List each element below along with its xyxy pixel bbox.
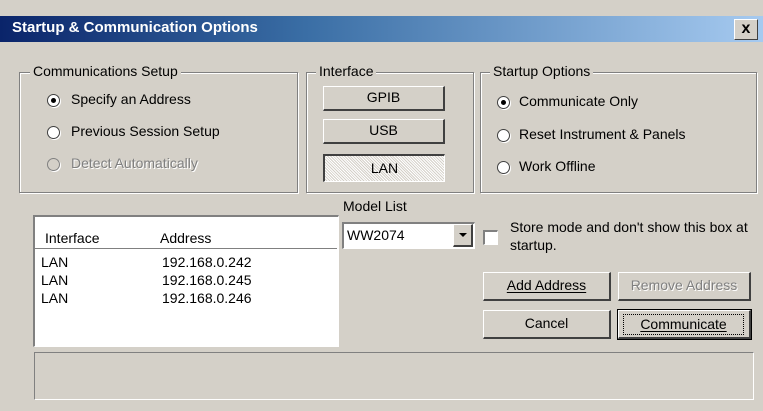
- column-header-address[interactable]: Address: [160, 230, 211, 246]
- status-panel: [34, 352, 754, 400]
- window-title: Startup & Communication Options: [12, 19, 258, 36]
- radio-label: Work Offline: [519, 158, 596, 174]
- row-interface: LAN: [41, 290, 69, 306]
- radio-icon: [497, 129, 510, 142]
- row-interface: LAN: [41, 272, 69, 288]
- interface-lan-button[interactable]: LAN: [323, 154, 445, 182]
- communicate-label: Communicate: [623, 314, 744, 335]
- radio-label: Previous Session Setup: [71, 123, 220, 139]
- radio-icon: [47, 158, 60, 171]
- radio-label: Detect Automatically: [71, 155, 198, 171]
- store-mode-label: Store mode and don't show this box at st…: [510, 219, 748, 253]
- interface-gpib-button[interactable]: GPIB: [323, 86, 445, 111]
- communicate-button[interactable]: Communicate: [617, 309, 752, 340]
- cancel-button[interactable]: Cancel: [483, 310, 611, 339]
- dialog-window: Startup & Communication Options x Commun…: [0, 0, 763, 411]
- address-list[interactable]: Interface Address LAN 192.168.0.242 LAN …: [33, 215, 339, 347]
- table-row[interactable]: LAN 192.168.0.246: [35, 289, 337, 307]
- radio-label: Communicate Only: [519, 93, 639, 109]
- communications-setup-legend: Communications Setup: [30, 63, 181, 79]
- table-row[interactable]: LAN 192.168.0.245: [35, 271, 337, 289]
- row-address: 192.168.0.242: [162, 254, 252, 270]
- radio-icon: [47, 94, 60, 107]
- row-address: 192.168.0.245: [162, 272, 252, 288]
- close-button[interactable]: x: [734, 19, 758, 40]
- table-row[interactable]: LAN 192.168.0.242: [35, 253, 337, 271]
- chevron-down-icon[interactable]: [453, 224, 473, 247]
- radio-icon: [497, 161, 510, 174]
- model-list-label: Model List: [343, 198, 407, 214]
- startup-options-legend: Startup Options: [490, 63, 594, 79]
- interface-legend: Interface: [316, 63, 377, 79]
- store-mode-checkbox[interactable]: [483, 230, 498, 245]
- add-address-button[interactable]: Add Address: [483, 272, 611, 301]
- model-list-select[interactable]: WW2074: [342, 222, 475, 249]
- radio-label: Reset Instrument & Panels: [519, 126, 686, 142]
- column-header-interface[interactable]: Interface: [45, 230, 99, 246]
- row-interface: LAN: [41, 254, 69, 270]
- radio-label: Specify an Address: [71, 91, 191, 107]
- model-list-value: WW2074: [347, 227, 405, 243]
- list-header-divider: [35, 248, 337, 249]
- radio-icon: [47, 126, 60, 139]
- title-bar[interactable]: Startup & Communication Options x: [0, 16, 763, 42]
- radio-icon: [497, 96, 510, 109]
- remove-address-button: Remove Address: [618, 272, 751, 301]
- close-icon: x: [741, 20, 751, 37]
- row-address: 192.168.0.246: [162, 290, 252, 306]
- interface-usb-button[interactable]: USB: [323, 119, 445, 144]
